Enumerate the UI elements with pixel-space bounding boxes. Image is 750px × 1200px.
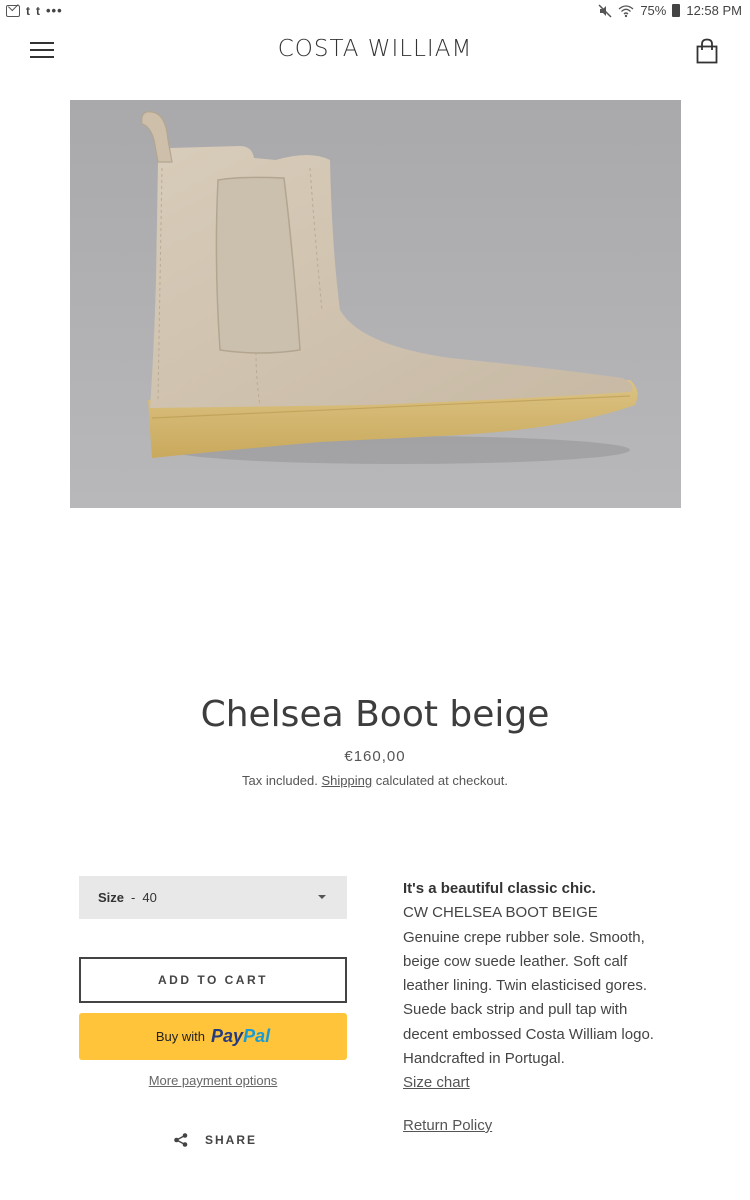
return-policy-link[interactable]: Return Policy — [403, 1117, 492, 1134]
paypal-buy-label: Buy with — [155, 1029, 206, 1044]
tumblr-icon: t — [26, 3, 30, 18]
mail-icon — [6, 4, 20, 17]
description-line: Suede back strip and pull tap with — [403, 1001, 628, 1019]
more-payment-options-link[interactable]: More payment options — [79, 1073, 347, 1088]
clock: 12:58 PM — [686, 3, 742, 18]
paypal-logo: PayPal — [211, 1026, 270, 1047]
product-image[interactable] — [70, 100, 681, 508]
size-separator: - — [131, 890, 136, 905]
description-line: Genuine crepe rubber sole. Smooth, — [403, 928, 645, 946]
status-bar: t t ••• 75% 12:58 PM — [0, 0, 750, 24]
battery-percent: 75% — [640, 3, 667, 18]
product-description: It's a beautiful classic chic. CW CHELSE… — [403, 877, 703, 1096]
tax-suffix: calculated at checkout. — [375, 773, 508, 788]
product-price: €160,00 — [344, 748, 406, 765]
size-value: 40 — [142, 890, 157, 905]
status-right: 75% 12:58 PM — [598, 3, 742, 18]
site-logo[interactable]: COSTA WILLIAM — [0, 36, 750, 62]
size-chart-link[interactable]: Size chart — [403, 1071, 470, 1095]
chelsea-boot-image — [70, 100, 681, 508]
share-label: SHARE — [205, 1133, 258, 1147]
description-line: beige cow suede leather. Soft calf — [403, 952, 628, 970]
description-line: decent embossed Costa William logo. — [403, 1025, 654, 1043]
add-to-cart-button[interactable]: ADD TO CART — [79, 957, 347, 1003]
site-header: COSTA WILLIAM — [0, 26, 750, 76]
size-label: Size — [98, 890, 125, 905]
mute-icon — [598, 3, 612, 18]
wifi-icon — [618, 4, 634, 17]
product-title: Chelsea Boot beige — [200, 694, 550, 735]
shipping-link[interactable]: Shipping — [322, 773, 373, 788]
tax-prefix: Tax included. — [242, 773, 318, 788]
share-icon — [174, 1133, 188, 1147]
tax-note: Tax included. Shipping calculated at che… — [0, 773, 750, 788]
description-line: CW CHELSEA BOOT BEIGE — [403, 904, 598, 922]
description-lead: It's a beautiful classic chic. — [403, 880, 596, 897]
battery-icon — [672, 4, 681, 17]
share-button[interactable]: SHARE — [173, 1132, 257, 1148]
description-line: Handcrafted in Portugal. — [403, 1050, 565, 1068]
paypal-logo-part-2: Pal — [243, 1026, 271, 1046]
tumblr-icon: t — [36, 3, 40, 18]
paypal-logo-part-1: Pay — [211, 1026, 244, 1046]
status-left: t t ••• — [6, 3, 63, 18]
paypal-button[interactable]: Buy with PayPal — [79, 1013, 347, 1060]
shopping-bag-icon[interactable] — [696, 38, 718, 64]
chevron-down-icon — [318, 895, 326, 899]
description-line: leather lining. Twin elasticised gores. — [403, 977, 648, 995]
size-select[interactable]: Size - 40 — [79, 876, 347, 919]
more-dots-icon: ••• — [46, 3, 63, 18]
